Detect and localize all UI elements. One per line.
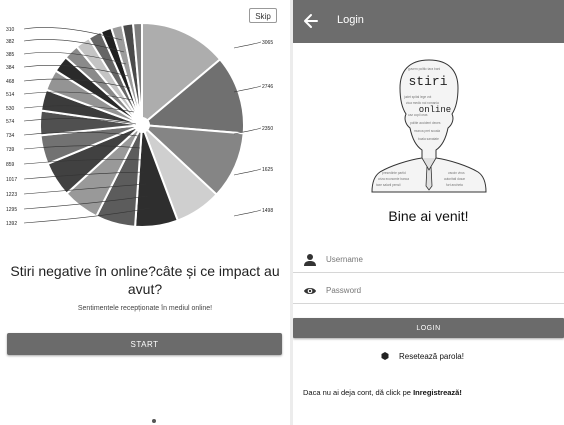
- slice-label: 530: [6, 106, 15, 112]
- intro-title: Stiri negative în online?câte și ce impa…: [10, 263, 280, 297]
- arrow-left-icon[interactable]: [303, 12, 319, 30]
- page-indicator-dot: [152, 419, 156, 423]
- slice-label: 1392: [6, 221, 17, 227]
- login-panel: Login guvern politic tara bani judet spi…: [293, 0, 564, 425]
- password-row: [293, 280, 564, 304]
- reset-password-link[interactable]: Resetează parola!: [399, 352, 464, 361]
- leader-line: [233, 209, 261, 217]
- slice-label: 739: [6, 147, 15, 153]
- password-underline: [293, 303, 564, 304]
- password-input[interactable]: [326, 281, 556, 299]
- slice-label: 385: [6, 52, 15, 58]
- cloud-word-online: online: [419, 105, 451, 115]
- svg-text:criza economie banca: criza economie banca: [378, 177, 409, 181]
- slice-label: 514: [6, 92, 15, 98]
- slice-label: 1295: [6, 207, 17, 213]
- slice-label: 574: [6, 119, 15, 125]
- app-bar-title: Login: [337, 14, 364, 26]
- skip-button[interactable]: Skip: [249, 8, 277, 23]
- slice-label: 3065: [262, 40, 273, 46]
- username-row: [293, 249, 564, 273]
- pie-center: [134, 117, 150, 133]
- slice-label: 1017: [6, 177, 17, 183]
- cloud-word-stiri: stiri: [408, 74, 447, 89]
- slice-label: 859: [6, 162, 15, 168]
- reset-password-row[interactable]: Resetează parola!: [293, 350, 564, 364]
- svg-text:presedinte partid: presedinte partid: [382, 171, 406, 175]
- register-link[interactable]: Inregistrează!: [413, 388, 462, 397]
- svg-text:guvern politic tara bani: guvern politic tara bani: [408, 67, 440, 71]
- gear-icon: [381, 352, 389, 360]
- slice-label: 1223: [6, 192, 17, 198]
- svg-text:boala sanatate: boala sanatate: [418, 137, 439, 141]
- register-prefix-text: Daca nu ai deja cont, dă click pe: [303, 388, 414, 397]
- register-prompt: Daca nu ai deja cont, dă click pe Inregi…: [303, 388, 462, 397]
- slice-label: 1498: [262, 208, 273, 214]
- intro-subtitle: Sentimentele recepționate în mediul onli…: [77, 305, 213, 312]
- svg-text:vaccin virus: vaccin virus: [448, 171, 465, 175]
- word-cloud-head-image: guvern politic tara bani judet spital le…: [371, 59, 487, 193]
- svg-text:autoritati dosar: autoritati dosar: [444, 177, 466, 181]
- start-button[interactable]: START: [7, 333, 282, 355]
- person-icon: [304, 254, 316, 266]
- svg-text:politie accident deces: politie accident deces: [410, 121, 441, 125]
- leader-line: [233, 41, 261, 49]
- eye-icon[interactable]: [303, 284, 317, 298]
- svg-text:taxe salarii pensii: taxe salarii pensii: [376, 183, 401, 187]
- slice-label: 734: [6, 133, 15, 139]
- intro-panel: 3065 2746 2350 1625 1498 310 382 385 384 468 514 53…: [0, 0, 290, 425]
- app-bar: Login: [293, 0, 564, 43]
- sentiment-pie-chart: 3065 2746 2350 1625 1498 310 382 385 384 468 514 53…: [6, 21, 273, 228]
- svg-text:furt ancheta: furt ancheta: [446, 183, 463, 187]
- username-input[interactable]: [326, 250, 556, 268]
- username-underline: [293, 272, 564, 273]
- slice-label: 310: [6, 27, 15, 33]
- slice-label: 2350: [262, 126, 273, 132]
- svg-text:judet spital lege vot: judet spital lege vot: [403, 95, 431, 99]
- svg-text:munca pret scoala: munca pret scoala: [414, 129, 440, 133]
- login-button[interactable]: LOGIN: [293, 318, 564, 338]
- slice-label: 384: [6, 65, 15, 71]
- slice-label: 1625: [262, 167, 273, 173]
- slice-label: 468: [6, 79, 15, 85]
- slice-label: 2746: [262, 84, 273, 90]
- welcome-heading: Bine ai venit!: [388, 208, 469, 224]
- slice-label: 382: [6, 39, 15, 45]
- leader-line: [233, 168, 261, 176]
